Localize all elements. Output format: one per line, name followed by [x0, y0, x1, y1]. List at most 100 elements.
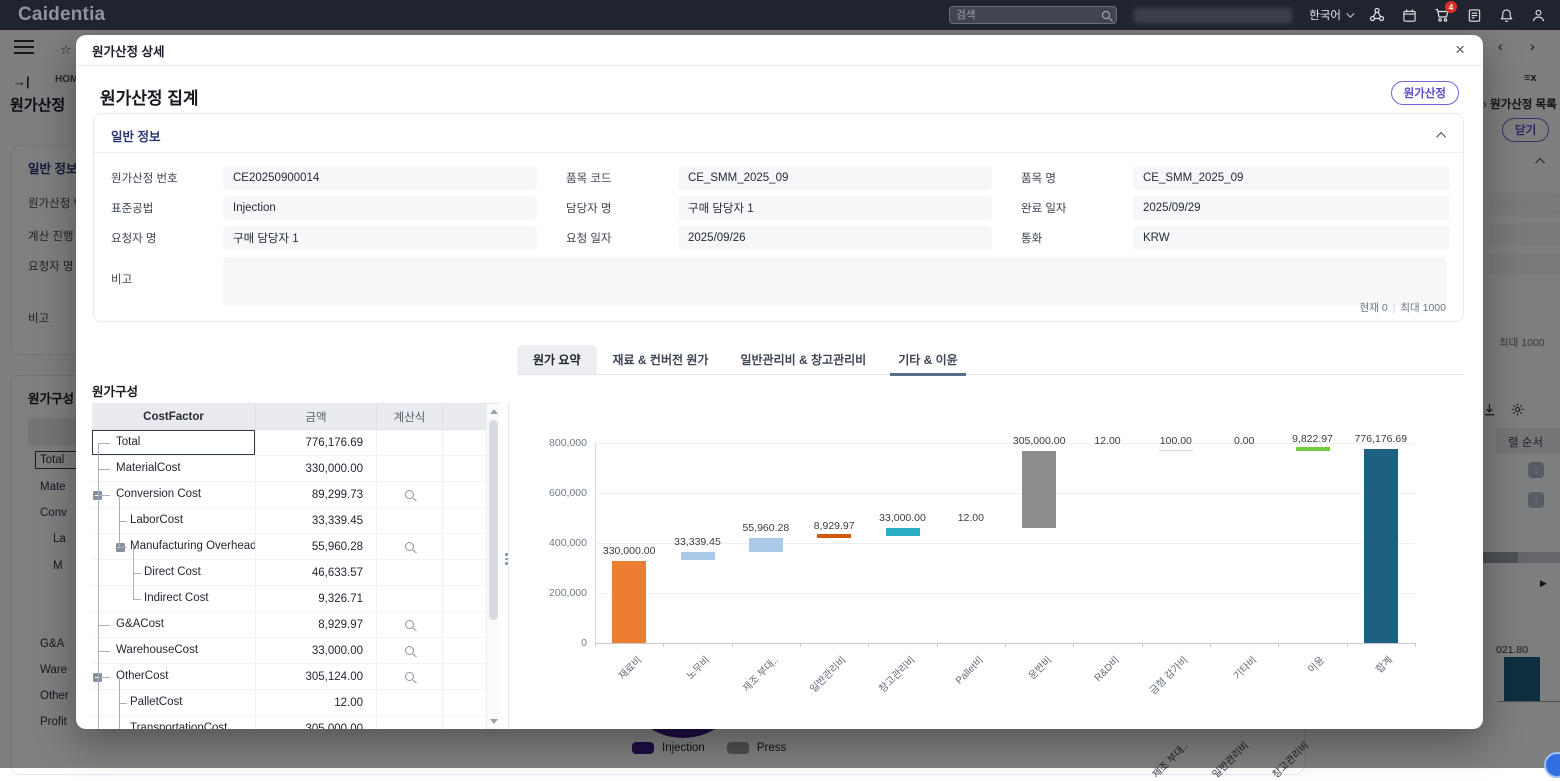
table-row[interactable]: Total776,176.69 — [92, 430, 500, 456]
table-row[interactable]: G&ACost8,929.97 — [92, 612, 500, 638]
tree-connector — [119, 521, 127, 522]
table-row[interactable]: Manufacturing OverheadCo55,960.28 — [92, 534, 500, 560]
table-scrollbar[interactable] — [486, 404, 500, 729]
costfactor-cell[interactable]: MaterialCost — [92, 456, 256, 481]
blank-cell — [443, 456, 486, 481]
global-search[interactable] — [949, 6, 1117, 24]
cost-estimate-button[interactable]: 원가산정 — [1391, 81, 1459, 105]
formula-search-icon[interactable] — [405, 490, 414, 499]
blank-cell — [443, 690, 486, 715]
waterfall-bar[interactable] — [1159, 450, 1193, 451]
table-row[interactable]: LaborCost33,339.45 — [92, 508, 500, 534]
costfactor-cell[interactable]: Manufacturing OverheadCo — [92, 534, 256, 559]
tab-1[interactable]: 원가 요약 — [517, 345, 597, 374]
form-field: 요청 일자2025/09/26 — [566, 226, 992, 250]
costfactor-cell[interactable]: PalletCost — [92, 690, 256, 715]
chat-widget-icon[interactable] — [1544, 752, 1560, 778]
formula-cell — [377, 482, 443, 507]
tree-item-label: WarehouseCost — [116, 638, 198, 663]
search-icon[interactable] — [1102, 11, 1110, 19]
costfactor-cell[interactable]: Total — [92, 430, 256, 455]
table-row[interactable]: MaterialCost330,000.00 — [92, 456, 500, 482]
table-row[interactable]: Direct Cost46,633.57 — [92, 560, 500, 586]
field-value[interactable]: CE_SMM_2025_09 — [1133, 166, 1450, 190]
table-row[interactable]: TransportationCost305,000.00 — [92, 716, 500, 729]
formula-cell — [377, 560, 443, 585]
costfactor-cell[interactable]: Indirect Cost — [92, 586, 256, 611]
scroll-thumb[interactable] — [489, 420, 498, 620]
formula-search-icon[interactable] — [405, 646, 414, 655]
waterfall-bar[interactable] — [612, 561, 646, 644]
field-value[interactable]: 2025/09/26 — [678, 226, 992, 250]
field-value[interactable]: Injection — [223, 196, 537, 220]
tree-item-label: Manufacturing OverheadCo — [130, 534, 256, 559]
splitter-handle-icon[interactable] — [505, 553, 508, 565]
formula-search-icon[interactable] — [405, 672, 414, 681]
collapse-section-icon[interactable] — [1436, 131, 1446, 141]
costfactor-cell[interactable]: LaborCost — [92, 508, 256, 533]
x-tick — [800, 643, 801, 647]
memo-icon[interactable] — [1467, 8, 1482, 23]
waterfall-bar[interactable] — [1364, 449, 1398, 643]
scroll-up-icon[interactable] — [490, 409, 498, 414]
user-icon[interactable] — [1531, 8, 1546, 23]
amount-cell: 8,929.97 — [256, 612, 377, 637]
search-input[interactable] — [956, 9, 1102, 21]
field-value[interactable]: 2025/09/29 — [1133, 196, 1450, 220]
table-row[interactable]: Indirect Cost9,326.71 — [92, 586, 500, 612]
costfactor-cell[interactable]: G&ACost — [92, 612, 256, 637]
tab-3[interactable]: 일반관리비 & 창고관리비 — [724, 345, 882, 374]
language-selector[interactable]: 한국어 — [1309, 7, 1352, 23]
field-value[interactable]: 구매 담당자 1 — [223, 226, 537, 250]
network-icon[interactable] — [1369, 7, 1385, 23]
field-value[interactable]: 구매 담당자 1 — [678, 196, 992, 220]
costfactor-cell[interactable]: OtherCost — [92, 664, 256, 689]
waterfall-bar[interactable] — [681, 552, 715, 560]
y-tick-label: 200,000 — [517, 587, 587, 599]
x-tick — [1073, 643, 1074, 647]
field-label: 통화 — [1021, 230, 1133, 246]
panel-splitter[interactable] — [508, 403, 509, 729]
waterfall-bar[interactable] — [1296, 447, 1330, 451]
tree-item-label: LaborCost — [130, 508, 183, 533]
table-row[interactable]: OtherCost305,124.00 — [92, 664, 500, 690]
x-tick — [1347, 643, 1348, 647]
table-row[interactable]: Conversion Cost89,299.73 — [92, 482, 500, 508]
remarks-textarea[interactable] — [223, 257, 1446, 306]
waterfall-bar[interactable] — [886, 528, 920, 536]
bell-icon[interactable] — [1499, 8, 1514, 23]
waterfall-bar[interactable] — [1022, 451, 1056, 527]
table-row[interactable]: PalletCost12.00 — [92, 690, 500, 716]
tab-4[interactable]: 기타 & 이윤 — [882, 345, 974, 374]
x-axis-label: 노무비 — [682, 652, 712, 682]
costfactor-cell[interactable]: WarehouseCost — [92, 638, 256, 663]
chart-tabs: 원가 요약재료 & 컨버전 원가일반관리비 & 창고관리비기타 & 이윤 — [517, 345, 1464, 375]
field-label: 품목 코드 — [566, 170, 678, 186]
x-tick — [663, 643, 664, 647]
costfactor-cell[interactable]: TransportationCost — [92, 716, 256, 729]
scroll-down-icon[interactable] — [490, 719, 498, 724]
costfactor-cell[interactable]: Conversion Cost — [92, 482, 256, 507]
column-amount: 금액 — [256, 404, 377, 429]
formula-search-icon[interactable] — [405, 620, 414, 629]
y-tick-label: 0 — [517, 637, 587, 649]
formula-cell — [377, 456, 443, 481]
calendar-icon[interactable] — [1402, 8, 1417, 23]
table-row[interactable]: WarehouseCost33,000.00 — [92, 638, 500, 664]
gridline — [595, 593, 1415, 594]
waterfall-bar[interactable] — [749, 538, 783, 552]
field-value[interactable]: KRW — [1133, 226, 1450, 250]
blurred-account-info — [1134, 8, 1292, 23]
cart-icon[interactable]: 4 — [1434, 7, 1450, 23]
costfactor-cell[interactable]: Direct Cost — [92, 560, 256, 585]
field-value[interactable]: CE_SMM_2025_09 — [678, 166, 992, 190]
waterfall-bar[interactable] — [817, 534, 851, 538]
field-value[interactable]: CE20250900014 — [223, 166, 537, 190]
modal-title: 원가산정 상세 — [92, 41, 164, 60]
formula-search-icon[interactable] — [405, 542, 414, 551]
blank-cell — [443, 586, 486, 611]
tab-2[interactable]: 재료 & 컨버전 원가 — [597, 345, 725, 374]
blank-cell — [443, 482, 486, 507]
close-icon[interactable]: × — [1455, 41, 1465, 58]
tree-connector — [98, 651, 110, 652]
